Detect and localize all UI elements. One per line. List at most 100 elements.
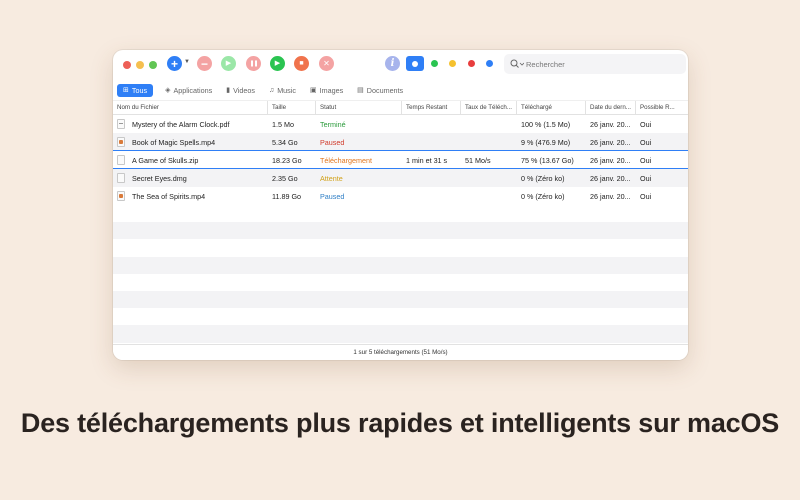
column-header-rate[interactable]: Taux de Téléch...: [461, 101, 517, 114]
tab-label: Music: [277, 85, 296, 95]
time-left-cell: 1 min et 31 s: [402, 151, 461, 169]
rate-cell: [461, 115, 517, 133]
resume-text: Oui: [640, 191, 652, 201]
date-text: 26 janv. 20...: [590, 119, 631, 129]
column-header-size[interactable]: Taille: [268, 101, 316, 114]
close-window-button[interactable]: [123, 61, 131, 69]
resume-text: Oui: [640, 119, 652, 129]
info-button[interactable]: i: [385, 56, 400, 71]
status-cell: Paused: [316, 187, 402, 205]
downloaded-text: 0 % (Zéro ko): [521, 173, 565, 183]
size-cell: 5.34 Go: [268, 133, 316, 151]
tab-images[interactable]: ▣ Images: [304, 84, 349, 97]
resume-button[interactable]: ▶: [221, 56, 236, 71]
table-row[interactable]: Book of Magic Spells.mp4 5.34 Go Paused 9 %…: [113, 133, 688, 151]
downloads-table: Nom du Fichier Taille Statut Temps Resta…: [113, 100, 688, 343]
column-header-resume[interactable]: Possible R...: [636, 101, 680, 114]
empty-row: [113, 325, 688, 343]
status-cell: Attente: [316, 169, 402, 187]
time-left-cell: [402, 133, 461, 151]
file-archive-icon: [117, 155, 125, 165]
file-disk-icon: [117, 173, 125, 183]
time-left-cell: [402, 169, 461, 187]
downloaded-cell: 75 % (13.67 Go): [517, 151, 586, 169]
table-header: Nom du Fichier Taille Statut Temps Resta…: [113, 100, 688, 115]
downloaded-text: 0 % (Zéro ko): [521, 191, 565, 201]
downloaded-cell: 0 % (Zéro ko): [517, 187, 586, 205]
add-download-button[interactable]: +: [167, 56, 182, 71]
downloaded-text: 100 % (1.5 Mo): [521, 119, 571, 129]
add-icon: +: [170, 56, 178, 71]
table-row[interactable]: Secret Eyes.dmg 2.35 Go Attente 0 % (Zéro k…: [113, 169, 688, 187]
file-name-text: Book of Magic Spells.mp4: [132, 137, 216, 147]
rate-text: 51 Mo/s: [465, 155, 491, 165]
tab-music[interactable]: ♫ Music: [263, 84, 302, 97]
color-filter-blue[interactable]: [486, 60, 493, 67]
tab-label: Images: [319, 85, 344, 95]
minimize-window-button[interactable]: [136, 61, 144, 69]
date-text: 26 janv. 20...: [590, 155, 631, 165]
resume-icon: ▶: [225, 60, 232, 67]
empty-row: [113, 308, 688, 325]
size-text: 2.35 Go: [272, 173, 298, 183]
color-filter-green[interactable]: [431, 60, 438, 67]
tab-applications[interactable]: ◈ Applications: [159, 84, 218, 97]
time-left-text: 1 min et 31 s: [406, 155, 448, 165]
file-name-cell: A Game of Skulls.zip: [113, 151, 268, 169]
file-name-cell: The Sea of Spirits.mp4: [113, 187, 268, 205]
time-left-cell: [402, 187, 461, 205]
dot-icon: [412, 60, 418, 67]
zoom-window-button[interactable]: [149, 61, 157, 69]
empty-row: [113, 256, 688, 274]
remove-button[interactable]: −: [197, 56, 212, 71]
column-header-status[interactable]: Statut: [316, 101, 402, 114]
app-window: + ▼ − ▶ ❚❚ ▶ ■ ✕ i ⊞ Tous ◈ Applicati: [113, 50, 688, 360]
clear-icon: ✕: [323, 58, 330, 68]
tab-documents[interactable]: ▤ Documents: [351, 84, 409, 97]
toolbar: + ▼ − ▶ ❚❚ ▶ ■ ✕ i: [113, 50, 688, 80]
tab-videos[interactable]: ▮ Videos: [220, 84, 261, 97]
tab-tous[interactable]: ⊞ Tous: [117, 83, 154, 97]
category-tabs: ⊞ Tous ◈ Applications ▮ Videos ♫ Music ▣…: [117, 83, 411, 97]
search-input[interactable]: [526, 59, 666, 69]
date-text: 26 janv. 20...: [590, 173, 631, 183]
status-bar: 1 sur 5 téléchargements (51 Mo/s): [113, 344, 688, 360]
status-cell: Téléchargement: [316, 151, 402, 169]
file-name-text: A Game of Skulls.zip: [132, 155, 199, 165]
table-row[interactable]: A Game of Skulls.zip 18.23 Go Téléchargeme…: [113, 151, 688, 169]
search-field[interactable]: [504, 54, 686, 74]
status-text: Téléchargement: [320, 155, 372, 165]
empty-row: [113, 222, 688, 240]
size-cell: 11.89 Go: [268, 187, 316, 205]
color-filter-yellow[interactable]: [449, 60, 456, 67]
pause-button[interactable]: ❚❚: [246, 56, 261, 71]
column-header-time-left[interactable]: Temps Restant: [402, 101, 461, 114]
size-cell: 1.5 Mo: [268, 115, 316, 133]
stop-icon: ■: [299, 60, 304, 67]
color-filter-all[interactable]: [406, 56, 424, 71]
column-header-date[interactable]: Date du dern...: [586, 101, 636, 114]
rate-cell: [461, 133, 517, 151]
status-cell: Terminé: [316, 115, 402, 133]
color-filter-red[interactable]: [468, 60, 475, 67]
stop-button[interactable]: ■: [294, 56, 309, 71]
status-text: Paused: [320, 191, 345, 201]
chevron-down-icon[interactable]: ▼: [184, 59, 190, 65]
clear-button[interactable]: ✕: [319, 56, 334, 71]
table-row[interactable]: The Sea of Spirits.mp4 11.89 Go Paused 0 % …: [113, 187, 688, 205]
rate-cell: 51 Mo/s: [461, 151, 517, 169]
column-header-downloaded[interactable]: Téléchargé: [517, 101, 586, 114]
tab-label: Tous: [131, 85, 148, 95]
resume-cell: Oui: [636, 169, 680, 187]
info-icon: i: [390, 58, 395, 69]
table-row[interactable]: Mystery of the Alarm Clock.pdf 1.5 Mo Term…: [113, 115, 688, 133]
empty-row: [113, 290, 688, 309]
start-all-button[interactable]: ▶: [270, 56, 285, 71]
resume-text: Oui: [640, 173, 652, 183]
resume-cell: Oui: [636, 151, 680, 169]
downloaded-cell: 0 % (Zéro ko): [517, 169, 586, 187]
remove-icon: −: [200, 56, 208, 71]
column-header-name[interactable]: Nom du Fichier: [113, 101, 268, 114]
document-icon: ▤: [357, 86, 364, 94]
size-text: 1.5 Mo: [272, 119, 294, 129]
